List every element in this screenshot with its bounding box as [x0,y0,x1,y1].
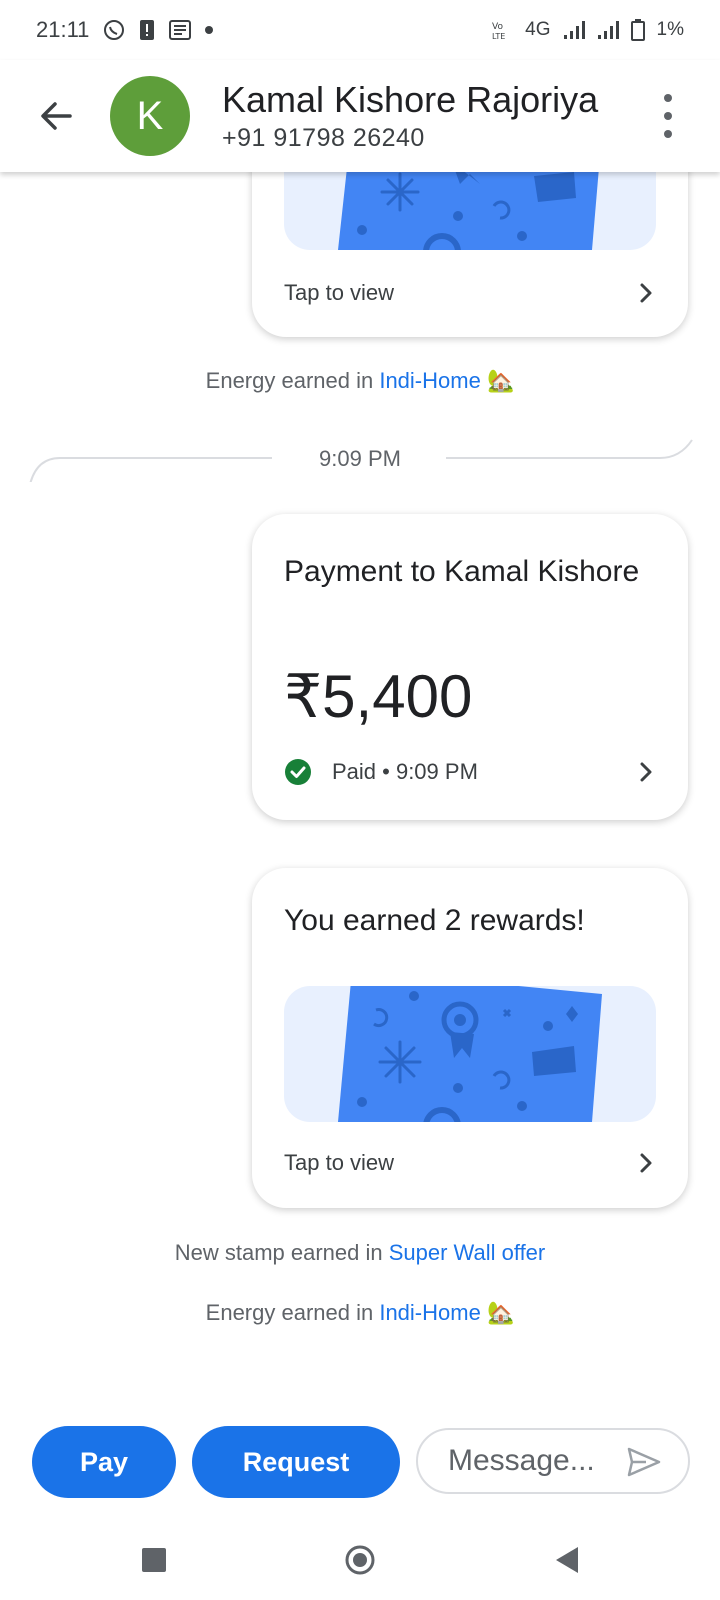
payment-status-row: Paid • 9:09 PM [284,758,656,786]
chat-thread[interactable]: Tap to view Energy earned in Indi-Home 🏡… [0,172,720,1412]
reward-card[interactable]: You earned 2 rewards! Tap to view [252,868,688,1208]
triangle-icon [556,1547,578,1573]
request-button[interactable]: Request [192,1426,400,1498]
arrow-left-icon [41,102,72,130]
status-bar: 21:11 Vo LTE 4G 1% [0,0,720,60]
alert-icon [139,19,155,41]
chevron-right-icon[interactable] [636,760,656,784]
chevron-right-icon [640,283,652,303]
more-vert-icon [664,94,672,102]
whatsapp-icon [103,19,125,41]
avatar[interactable]: K [110,76,190,156]
contact-info[interactable]: Kamal Kishore Rajoriya +91 91798 26240 [222,78,598,154]
payment-title: Payment to Kamal Kishore [284,555,640,588]
indi-home-link[interactable]: Indi-Home [379,1300,480,1325]
house-emoji: 🏡 [486,1300,515,1325]
chat-header: K Kamal Kishore Rajoriya +91 91798 26240 [0,60,720,172]
super-wall-offer-link[interactable]: Super Wall offer [389,1240,546,1265]
payment-amount: ₹5,400 [284,663,473,730]
compose-bar: Pay Request [0,1426,720,1498]
tap-to-view-row[interactable]: Tap to view [284,280,656,306]
pay-button[interactable]: Pay [32,1426,176,1498]
energy-earned-text: Energy earned in Indi-Home 🏡 [205,368,515,393]
signal-icon [563,20,585,40]
payment-status: Paid • 9:09 PM [332,759,478,784]
house-emoji: 🏡 [486,368,515,393]
status-right: Vo LTE 4G 1% [491,19,684,41]
chevron-right-icon [640,1153,652,1173]
message-field[interactable] [416,1428,690,1494]
payment-card[interactable]: Payment to Kamal Kishore ₹5,400 Paid • 9… [252,514,688,820]
reward-illustration [284,172,656,250]
contact-name: Kamal Kishore Rajoriya [222,79,599,120]
tap-to-view-row[interactable]: Tap to view [284,1150,656,1176]
reward-card-previous[interactable]: Tap to view [252,172,688,337]
status-time: 21:11 [36,17,90,42]
energy-earned-text: Energy earned in Indi-Home 🏡 [205,1300,515,1325]
tap-to-view-label: Tap to view [284,1150,395,1175]
square-icon [142,1548,166,1572]
signal-2-icon [597,20,619,40]
send-icon[interactable] [626,1446,662,1478]
indi-home-link[interactable]: Indi-Home [379,368,480,393]
contact-phone: +91 91798 26240 [222,124,425,152]
system-nav-bar [0,1520,720,1600]
stamp-earned-text: New stamp earned in Super Wall offer [174,1240,546,1265]
time-divider: 9:09 PM [0,438,720,482]
status-left: 21:11 [36,17,214,43]
reward-illustration [284,986,656,1122]
reward-title: You earned 2 rewards! [284,904,585,937]
notification-dot-icon [205,26,214,34]
network-type: 4G [525,19,551,40]
nav-back-button[interactable] [536,1530,596,1590]
svg-text:Vo: Vo [492,22,503,32]
news-icon [169,20,192,40]
recents-button[interactable] [124,1530,184,1590]
time-divider-label: 9:09 PM [319,446,401,471]
check-circle-icon [285,759,311,785]
battery-icon [630,19,645,41]
back-button[interactable] [28,88,84,144]
svg-text:LTE: LTE [492,32,505,41]
tap-to-view-label: Tap to view [284,280,395,305]
more-options-button[interactable] [660,94,676,138]
volte-icon: Vo LTE [491,19,513,41]
circle-icon [345,1545,375,1575]
home-button[interactable] [330,1530,390,1590]
message-input[interactable] [448,1444,618,1478]
battery-level: 1% [656,19,684,40]
